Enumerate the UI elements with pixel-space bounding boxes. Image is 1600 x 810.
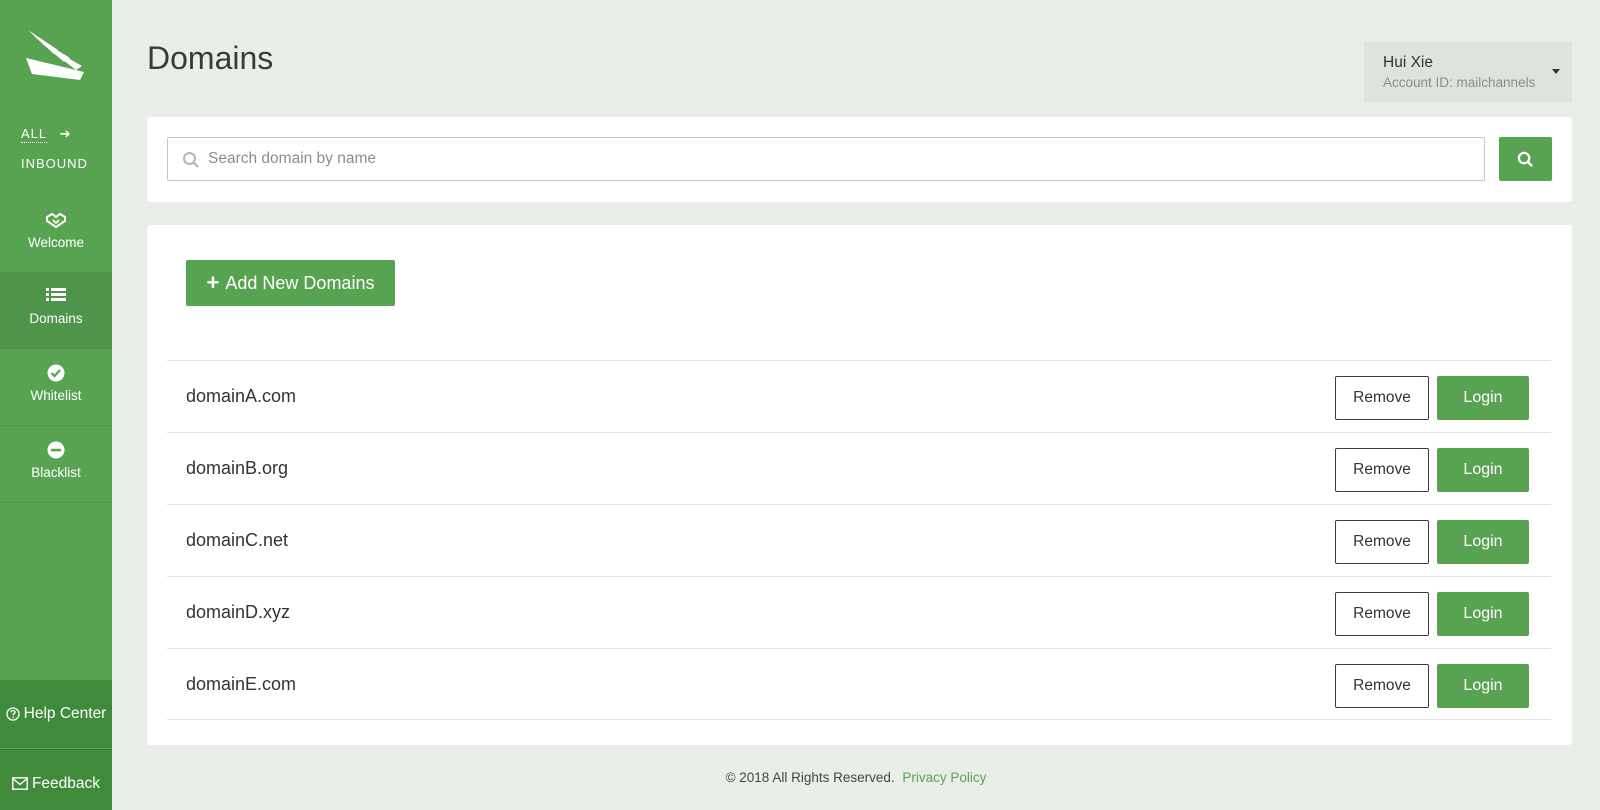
account-menu[interactable]: Hui Xie Account ID: mailchannels bbox=[1364, 42, 1572, 102]
search-icon bbox=[183, 152, 199, 168]
page-title: Domains bbox=[147, 40, 274, 76]
search-input[interactable] bbox=[208, 138, 1478, 180]
sidebar-item-whitelist[interactable]: Whitelist bbox=[0, 350, 112, 426]
add-new-domains-button[interactable]: + Add New Domains bbox=[186, 260, 395, 306]
remove-button[interactable]: Remove bbox=[1335, 664, 1429, 708]
remove-button[interactable]: Remove bbox=[1335, 520, 1429, 564]
sidebar-item-blacklist[interactable]: Blacklist bbox=[0, 427, 112, 503]
scope-switcher[interactable]: ALL ➔ INBOUND bbox=[0, 126, 112, 171]
scope-inbound-label: INBOUND bbox=[21, 156, 88, 171]
caret-down-icon bbox=[1552, 69, 1560, 74]
domain-row: domainA.com Remove Login bbox=[167, 360, 1551, 432]
login-button[interactable]: Login bbox=[1437, 664, 1529, 708]
search-button[interactable] bbox=[1499, 137, 1552, 181]
question-circle-icon bbox=[5, 707, 20, 721]
account-id: Account ID: mailchannels bbox=[1383, 75, 1536, 90]
login-button[interactable]: Login bbox=[1437, 520, 1529, 564]
search-icon bbox=[1517, 151, 1533, 167]
wings-logo[interactable] bbox=[24, 28, 86, 82]
help-center-link[interactable]: Help Center bbox=[0, 680, 112, 748]
login-button[interactable]: Login bbox=[1437, 592, 1529, 636]
login-button[interactable]: Login bbox=[1437, 448, 1529, 492]
search-card bbox=[147, 117, 1572, 202]
feedback-link[interactable]: Feedback bbox=[0, 749, 112, 810]
sidebar-item-label: Blacklist bbox=[31, 465, 81, 480]
remove-button[interactable]: Remove bbox=[1335, 376, 1429, 420]
sidebar: ALL ➔ INBOUND Welcome Domains Whitelist … bbox=[0, 0, 112, 810]
copyright-text: © 2018 All Rights Reserved. bbox=[725, 770, 895, 785]
domain-name: domainD.xyz bbox=[186, 602, 291, 622]
sidebar-item-label: Domains bbox=[29, 311, 83, 326]
list-icon bbox=[46, 288, 66, 301]
arrow-right-icon: ➔ bbox=[59, 126, 72, 141]
sidebar-item-label: Welcome bbox=[27, 235, 85, 250]
remove-button[interactable]: Remove bbox=[1335, 448, 1429, 492]
sidebar-item-welcome[interactable]: Welcome bbox=[0, 197, 112, 273]
scope-all-label[interactable]: ALL bbox=[21, 126, 48, 143]
domains-card: + Add New Domains domainA.com Remove Log… bbox=[147, 225, 1572, 745]
domain-name: domainE.com bbox=[186, 674, 297, 694]
sidebar-item-label: Whitelist bbox=[30, 388, 82, 403]
account-name: Hui Xie bbox=[1383, 54, 1433, 71]
domain-row: domainE.com Remove Login bbox=[167, 648, 1551, 720]
domain-row: domainC.net Remove Login bbox=[167, 504, 1551, 576]
domain-name: domainA.com bbox=[186, 386, 297, 406]
domain-name: domainB.org bbox=[186, 458, 289, 478]
footer: © 2018 All Rights Reserved. Privacy Poli… bbox=[112, 770, 1600, 785]
handshake-icon bbox=[46, 212, 66, 229]
help-center-label: Help Center bbox=[23, 705, 107, 722]
login-button[interactable]: Login bbox=[1437, 376, 1529, 420]
plus-icon: + bbox=[206, 270, 220, 295]
domain-row: domainB.org Remove Login bbox=[167, 432, 1551, 504]
add-new-domains-label: Add New Domains bbox=[225, 272, 375, 293]
domain-list: domainA.com Remove Login domainB.org Rem… bbox=[167, 360, 1551, 720]
sidebar-item-domains[interactable]: Domains bbox=[0, 273, 112, 349]
privacy-policy-link[interactable]: Privacy Policy bbox=[902, 770, 986, 785]
remove-button[interactable]: Remove bbox=[1335, 592, 1429, 636]
search-field bbox=[167, 137, 1485, 181]
check-circle-icon bbox=[47, 364, 65, 382]
domain-row: domainD.xyz Remove Login bbox=[167, 576, 1551, 648]
feedback-label: Feedback bbox=[31, 774, 101, 792]
domain-name: domainC.net bbox=[186, 530, 289, 550]
minus-circle-icon bbox=[47, 441, 65, 459]
envelope-icon bbox=[12, 777, 28, 790]
